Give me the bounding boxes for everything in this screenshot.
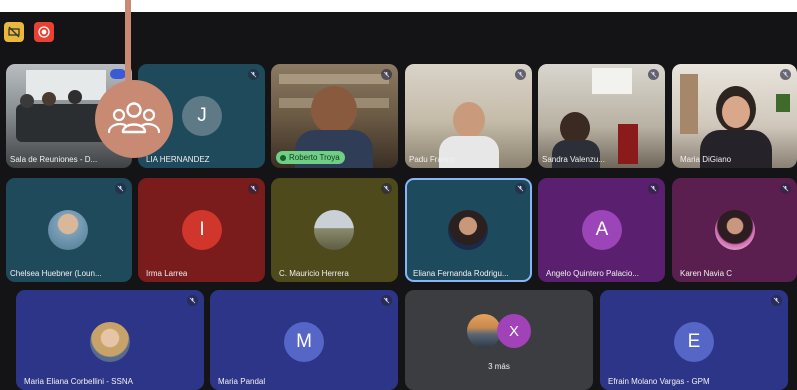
participant-name: Padu Franco [409,155,455,164]
people-icon[interactable] [95,80,173,158]
participant-name: Eliana Fernanda Rodrigu... [413,269,509,278]
speaking-icon [280,154,286,161]
participant-tile[interactable]: Padu Franco [405,64,532,168]
participant-name: C. Mauricio Herrera [279,269,349,278]
participant-name: Irma Larrea [146,269,188,278]
mic-off-icon [515,183,526,194]
participant-tile[interactable]: E Efrain Molano Vargas - GPM [600,290,788,390]
mic-off-icon [381,183,392,194]
mic-off-icon [381,295,392,306]
mic-off-icon [648,183,659,194]
mic-off-icon [515,69,526,80]
mic-off-icon [187,295,198,306]
avatar [90,322,130,362]
participant-tile[interactable]: Eliana Fernanda Rodrigu... [405,178,532,282]
mic-off-icon [648,69,659,80]
mic-off-icon [248,183,259,194]
avatar: M [284,322,324,362]
mic-off-icon [381,69,392,80]
more-participants-label: 3 más [488,362,510,371]
participant-name: Chelsea Huebner (Loun... [10,269,102,278]
participant-tile[interactable]: Roberto Troya [271,64,398,168]
participant-name: Maria DiGiano [680,155,732,164]
avatar [314,210,354,250]
speaking-badge: Roberto Troya [276,151,345,164]
mic-off-icon [780,69,791,80]
participant-tile[interactable]: Sandra Valenzu... [538,64,665,168]
participant-tile[interactable]: Maria DiGiano [672,64,797,168]
meeting-grid: Sala de Reuniones - D... J LIA HERNANDEZ… [0,12,797,390]
avatar: A [582,210,622,250]
participant-name: Sandra Valenzu... [542,155,606,164]
participant-name: Roberto Troya [289,153,340,162]
participant-tile[interactable]: Karen Navia C [672,178,797,282]
avatar [448,210,488,250]
record-icon[interactable] [34,22,54,42]
participant-name: Maria Eliana Corbellini - SSNA [24,377,133,386]
avatar [467,314,501,348]
avatar [48,210,88,250]
participant-name: Sala de Reuniones - D... [10,155,98,164]
participant-name: LIA HERNANDEZ [146,155,210,164]
participant-tile[interactable]: I Irma Larrea [138,178,265,282]
avatar: E [674,322,714,362]
participant-name: Maria Pandal [218,377,266,386]
more-participants-tile[interactable]: X 3 más [405,290,593,390]
avatar: X [497,314,531,348]
avatar: J [182,96,222,136]
participant-tile[interactable]: A Angelo Quintero Palacio... [538,178,665,282]
participant-tile[interactable]: Maria Eliana Corbellini - SSNA [16,290,204,390]
participant-name: Efrain Molano Vargas - GPM [608,377,710,386]
participant-name: Karen Navia C [680,269,733,278]
mic-off-icon [771,295,782,306]
screen-off-icon[interactable] [4,22,24,42]
participant-tile[interactable]: C. Mauricio Herrera [271,178,398,282]
mic-off-icon [780,183,791,194]
avatar [715,210,755,250]
participant-name: Angelo Quintero Palacio... [546,269,639,278]
participant-tile[interactable]: Chelsea Huebner (Loun... [6,178,132,282]
mic-off-icon [248,69,259,80]
avatar: I [182,210,222,250]
participant-tile[interactable]: M Maria Pandal [210,290,398,390]
mic-off-icon [115,183,126,194]
